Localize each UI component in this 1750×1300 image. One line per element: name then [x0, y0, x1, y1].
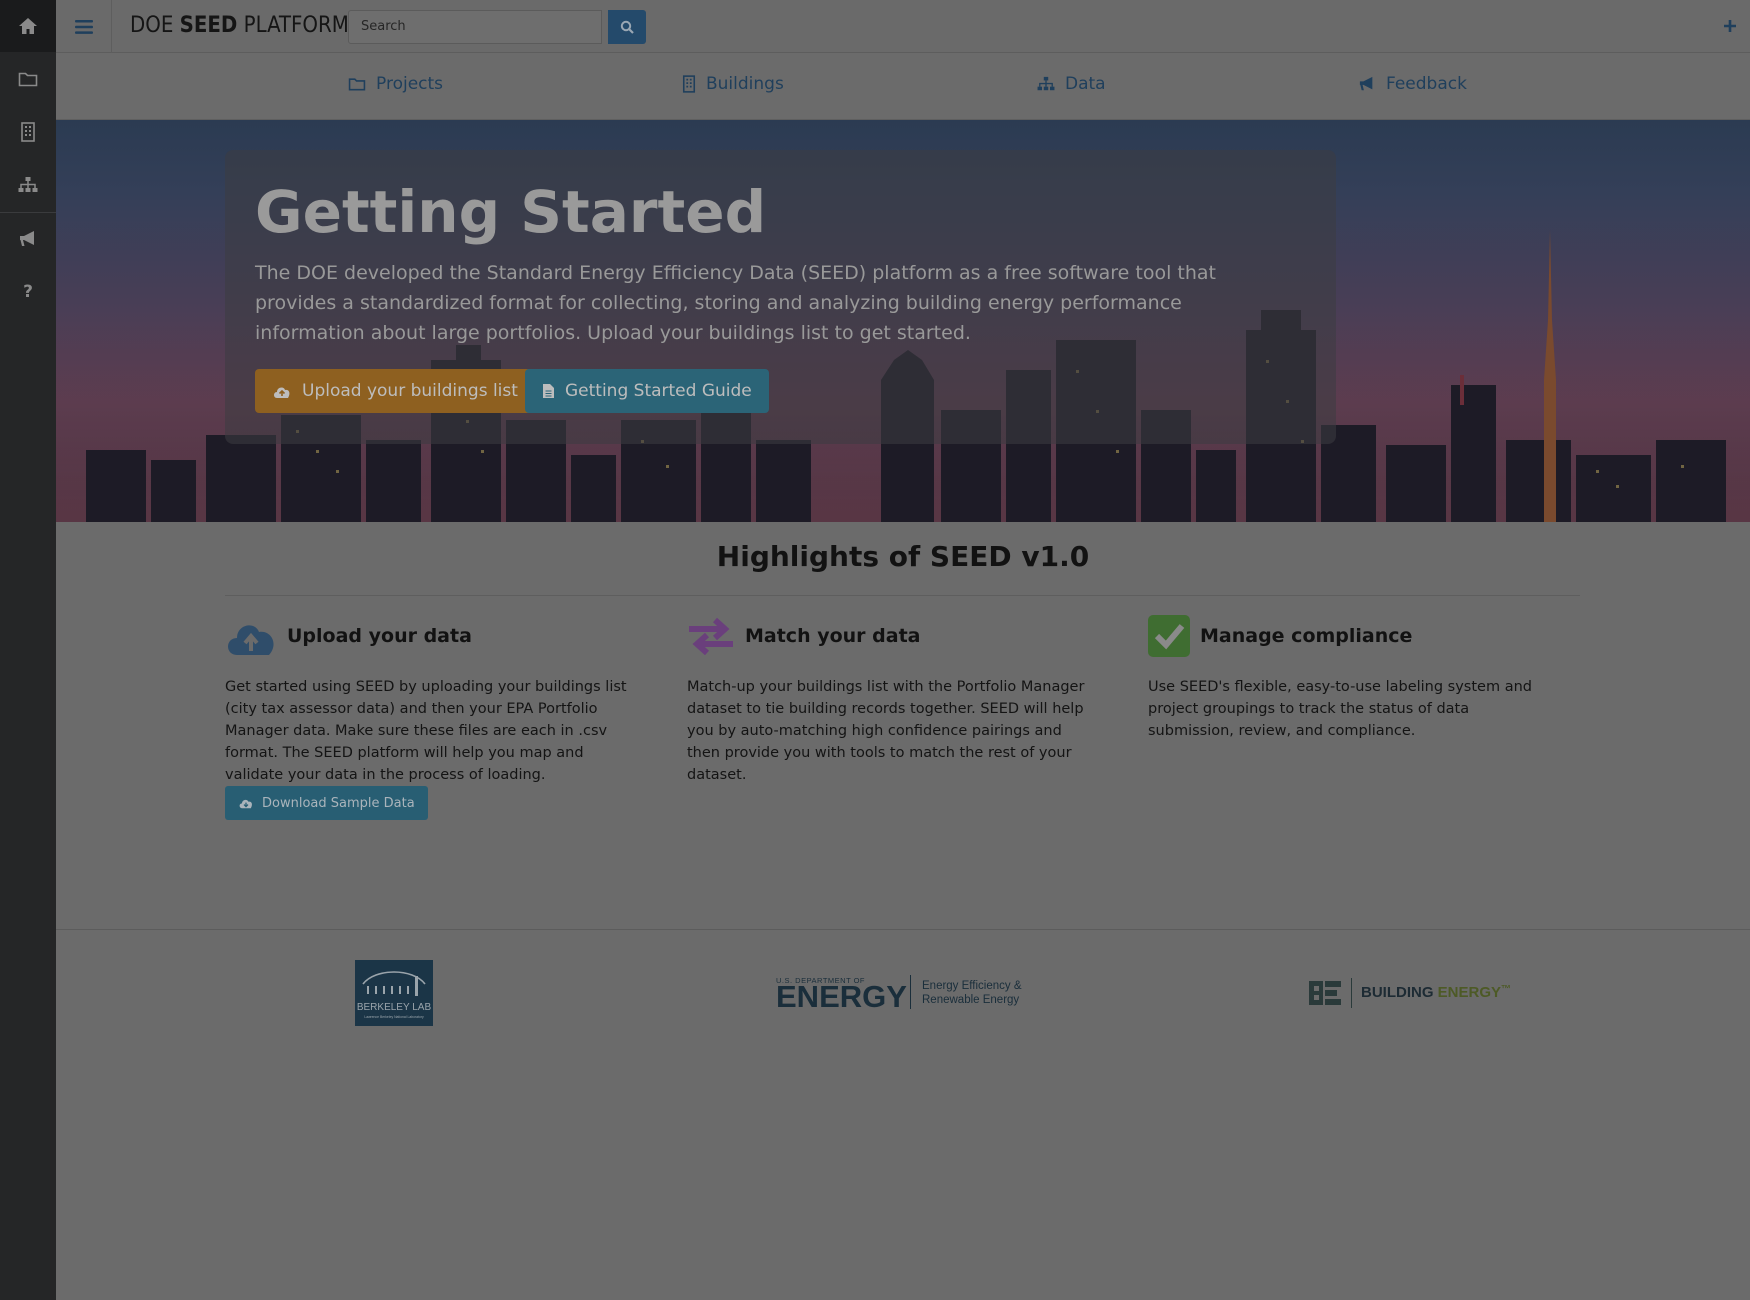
folder-icon [348, 78, 366, 91]
brand-bold: SEED [179, 13, 238, 38]
building-energy-wordmark: BUILDING ENERGY™ [1361, 984, 1511, 1001]
add-button[interactable] [1718, 14, 1742, 38]
feature-compliance-title: Manage compliance [1200, 625, 1413, 647]
building-energy-logo[interactable]: BUILDING ENERGY™ [1309, 978, 1519, 1008]
download-sample-data-label: Download Sample Data [262, 795, 415, 811]
doe-side-line1: Energy Efficiency & [922, 980, 1022, 992]
nav-buildings[interactable]: Buildings [682, 74, 784, 94]
brand-suffix: PLATFORM [237, 13, 349, 38]
building-energy-divider [1351, 978, 1352, 1008]
folder-icon [18, 72, 38, 87]
trademark-symbol: ™ [1501, 984, 1512, 995]
rail-help[interactable]: ? [0, 266, 56, 318]
cloud-upload-icon [274, 387, 290, 398]
rail-projects[interactable] [0, 53, 56, 105]
feature-match: Match your data Match-up your buildings … [687, 614, 1097, 786]
berkeley-lab-subtext: Lawrence Berkeley National Laboratory [364, 1015, 424, 1019]
building-energy-mark [1309, 981, 1341, 1005]
building-icon [682, 75, 696, 93]
brand-prefix: DOE [130, 13, 180, 38]
feature-upload-text: Get started using SEED by uploading your… [225, 679, 627, 783]
doe-side-line2: Renewable Energy [922, 994, 1020, 1006]
building-word: BUILDING [1361, 984, 1434, 1001]
nav-data-label: Data [1065, 74, 1106, 94]
berkeley-lab-logo[interactable]: BERKELEY LAB Lawrence Berkeley National … [355, 960, 433, 1026]
feature-upload: Upload your data Get started using SEED … [225, 614, 635, 786]
doe-eere-logo[interactable]: U.S. DEPARTMENT OF ENERGY Energy Efficie… [776, 972, 1036, 1012]
question-icon: ? [23, 282, 33, 302]
feature-match-text: Match-up your buildings list with the Po… [687, 679, 1085, 783]
check-square-icon [1148, 615, 1190, 657]
rail-home[interactable] [0, 0, 56, 52]
brand-logo[interactable]: DOE SEED PLATFORM [130, 13, 349, 38]
getting-started-guide-label: Getting Started Guide [565, 381, 752, 401]
top-bar: DOE SEED PLATFORM Search [56, 0, 1750, 53]
sitemap-icon [18, 177, 38, 192]
download-sample-data-button[interactable]: Download Sample Data [225, 786, 428, 820]
nav-feedback[interactable]: Feedback [1358, 74, 1467, 94]
upload-buildings-label: Upload your buildings list [302, 381, 518, 401]
feature-compliance: Manage compliance Use SEED's flexible, e… [1148, 614, 1558, 742]
footer-divider [56, 929, 1750, 930]
bullhorn-icon [20, 231, 34, 246]
menu-toggle-button[interactable] [56, 0, 112, 53]
nav-feedback-label: Feedback [1386, 74, 1467, 94]
search-input[interactable]: Search [348, 10, 602, 44]
nav-buildings-label: Buildings [706, 74, 784, 94]
feature-compliance-text: Use SEED's flexible, easy-to-use labelin… [1148, 679, 1532, 739]
hero-description: The DOE developed the Standard Energy Ef… [255, 262, 1217, 344]
getting-started-guide-button[interactable]: Getting Started Guide [525, 369, 769, 413]
nav-data[interactable]: Data [1037, 74, 1106, 94]
file-icon [543, 384, 554, 398]
berkeley-lab-text: BERKELEY LAB [356, 1002, 432, 1013]
nav-projects-label: Projects [376, 74, 444, 94]
doe-main-text: ENERGY [776, 979, 907, 1014]
hero-title: Getting Started [255, 178, 767, 246]
sitemap-icon [1037, 76, 1055, 91]
highlights-title: Highlights of SEED v1.0 [716, 540, 1090, 573]
rail-buildings[interactable] [0, 106, 56, 158]
feature-upload-title: Upload your data [287, 625, 472, 647]
exchange-icon [689, 617, 733, 655]
rail-data[interactable] [0, 159, 56, 211]
rail-feedback[interactable] [0, 213, 56, 265]
cloud-upload-icon [228, 625, 274, 655]
energy-word: ENERGY [1437, 984, 1502, 1001]
nav-projects[interactable]: Projects [348, 74, 443, 94]
getting-started-panel: Getting Started The DOE developed the St… [225, 150, 1336, 444]
doe-divider [910, 975, 911, 1009]
search-icon [620, 20, 634, 34]
search-button[interactable] [608, 10, 646, 44]
plus-icon [1724, 20, 1736, 32]
bullhorn-icon [1359, 76, 1373, 91]
icon-rail: ? [0, 0, 56, 1300]
building-icon [21, 122, 35, 142]
feature-match-title: Match your data [745, 625, 921, 647]
hamburger-icon [74, 19, 93, 34]
upload-buildings-button[interactable]: Upload your buildings list [255, 369, 535, 413]
cloud-download-icon [239, 799, 252, 809]
main-nav: Projects Buildings Data Feedback [56, 54, 1750, 120]
home-icon [19, 18, 37, 34]
hero-banner: Getting Started The DOE developed the St… [56, 120, 1750, 522]
highlights-divider [225, 595, 1580, 596]
